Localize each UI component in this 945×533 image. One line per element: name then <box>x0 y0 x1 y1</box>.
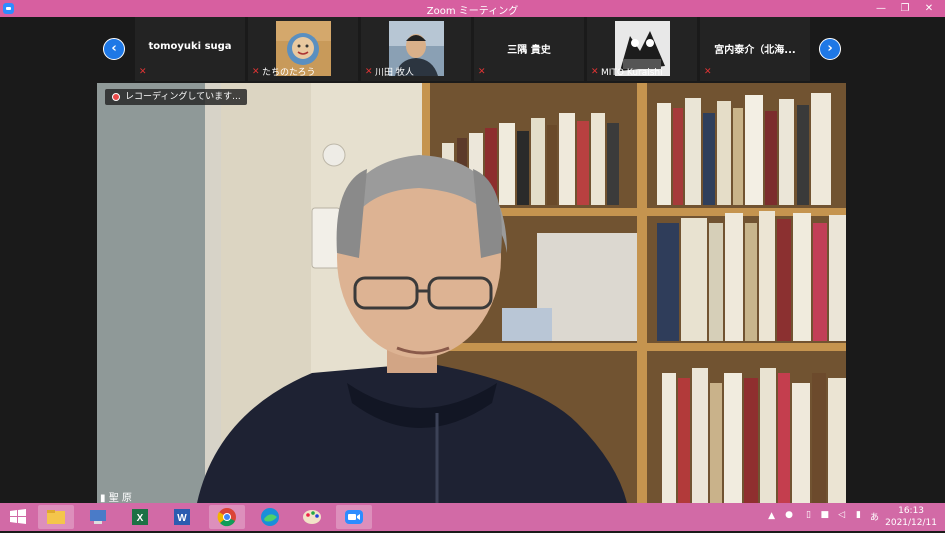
start-button[interactable] <box>0 505 36 529</box>
edge-icon <box>261 508 279 526</box>
participant-tile[interactable]: tomoyuki suga ✕ <box>135 17 245 81</box>
zoom-icon <box>345 510 363 524</box>
taskbar-excel[interactable]: X <box>122 505 158 529</box>
chevron-right-icon: › <box>827 41 833 56</box>
security-icon[interactable]: ■ <box>820 510 829 520</box>
participant-tile[interactable]: ✕ MITO Kuraishi <box>587 17 697 81</box>
taskbar-edge[interactable] <box>252 505 288 529</box>
folder-icon <box>47 510 65 524</box>
participant-tile[interactable]: 宮内泰介（北海... ✕ <box>700 17 810 81</box>
participant-name: 三隅 貴史 <box>507 45 551 56</box>
taskbar-paint[interactable] <box>294 505 330 529</box>
muted-mic-icon: ✕ <box>139 67 147 77</box>
participant-tile[interactable]: ✕ たちのたろう <box>248 17 358 81</box>
chevron-left-icon: ‹ <box>111 41 117 56</box>
muted-mic-icon: ✕ <box>591 67 599 77</box>
next-page-button[interactable]: › <box>819 38 841 60</box>
svg-text:W: W <box>177 513 187 524</box>
taskbar-network-app[interactable] <box>80 505 116 529</box>
taskbar-clock[interactable]: 16:13 2021/12/11 <box>885 505 937 529</box>
battery-icon[interactable]: ▯ <box>806 510 811 520</box>
taskbar: X W ▲ ● ▯ ■ ◁ ▮ あ 16:13 2021/12/11 <box>0 503 945 531</box>
speaker-name-label: ▮ 聖 原 <box>100 489 132 504</box>
show-hidden-icons[interactable]: ▲ <box>768 511 775 521</box>
close-button[interactable]: ✕ <box>917 0 941 17</box>
maximize-button[interactable]: ❐ <box>893 0 917 17</box>
participant-label: MITO Kuraishi <box>601 68 663 78</box>
network-status-icon[interactable]: ● <box>785 510 793 520</box>
record-icon <box>112 93 120 101</box>
recording-indicator: レコーディングしています... <box>105 89 247 105</box>
participant-tile[interactable]: ✕ 川田 牧人 <box>361 17 471 81</box>
participant-name: 宮内泰介（北海... <box>714 45 796 56</box>
taskbar-zoom[interactable] <box>336 505 372 529</box>
speaker-video-frame <box>97 83 846 503</box>
clock-date: 2021/12/11 <box>885 518 937 528</box>
muted-mic-icon: ✕ <box>252 67 260 77</box>
participant-label: たちのたろう <box>262 68 316 78</box>
window-title: Zoom ミーティング <box>426 6 519 17</box>
participant-strip: ‹ tomoyuki suga ✕ ✕ たちのたろう ✕ 川田 牧人 三隅 貴史 <box>0 17 945 81</box>
participant-name: tomoyuki suga <box>148 41 232 52</box>
computer-icon <box>90 510 106 524</box>
svg-text:X: X <box>137 513 144 524</box>
minimize-button[interactable]: — <box>869 0 893 17</box>
taskbar-word[interactable]: W <box>164 505 200 529</box>
windows-icon <box>10 509 26 524</box>
prev-page-button[interactable]: ‹ <box>103 38 125 60</box>
title-bar: Zoom ミーティング — ❐ ✕ <box>0 0 945 17</box>
word-icon: W <box>174 509 190 525</box>
excel-icon: X <box>132 509 148 525</box>
taskbar-file-explorer[interactable] <box>38 505 74 529</box>
muted-mic-icon: ✕ <box>704 67 712 77</box>
muted-mic-icon: ✕ <box>478 67 486 77</box>
clock-time: 16:13 <box>898 506 925 516</box>
taskbar-chrome[interactable] <box>209 505 245 529</box>
recording-label: レコーディングしています... <box>125 92 241 102</box>
participant-label: 川田 牧人 <box>375 68 414 78</box>
participant-tile[interactable]: 三隅 貴史 ✕ <box>474 17 584 81</box>
chrome-icon <box>217 508 236 527</box>
volume-icon[interactable]: ◁ <box>838 510 845 520</box>
paint-icon <box>303 510 321 524</box>
active-speaker-video <box>97 83 846 503</box>
muted-mic-icon: ✕ <box>365 67 373 77</box>
wifi-icon[interactable]: ▮ <box>856 510 861 520</box>
ime-indicator[interactable]: あ <box>870 510 879 523</box>
